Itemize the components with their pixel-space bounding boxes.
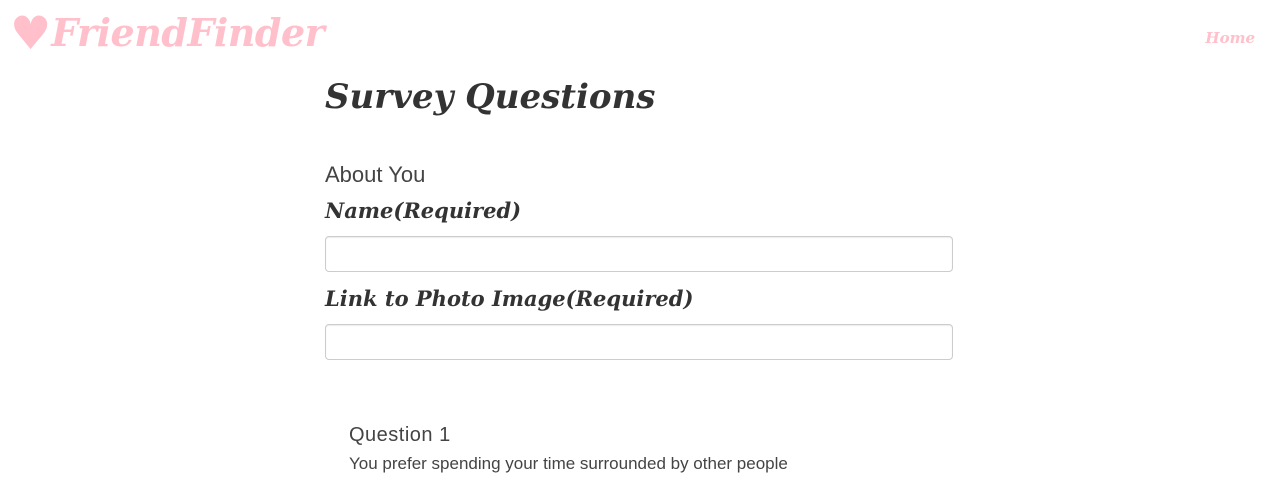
question-title: Question 1	[349, 424, 451, 446]
navbar: ♥ FriendFinder Home	[0, 0, 1273, 70]
brand-name: FriendFinder	[51, 10, 325, 55]
about-you-heading: About You	[325, 162, 426, 187]
name-label: Name(Required)	[325, 198, 522, 223]
heart-icon: ♥	[10, 6, 52, 60]
photo-link-input[interactable]	[325, 324, 953, 360]
name-input[interactable]	[325, 236, 953, 272]
page-title: Survey Questions	[325, 77, 656, 117]
photo-link-label: Link to Photo Image(Required)	[325, 286, 694, 311]
question-text: You prefer spending your time surrounded…	[349, 454, 788, 473]
brand-link[interactable]: ♥ FriendFinder	[10, 6, 325, 60]
nav-home-link[interactable]: Home	[1205, 29, 1255, 47]
question-block: Question 1 You prefer spending your time…	[349, 420, 949, 476]
